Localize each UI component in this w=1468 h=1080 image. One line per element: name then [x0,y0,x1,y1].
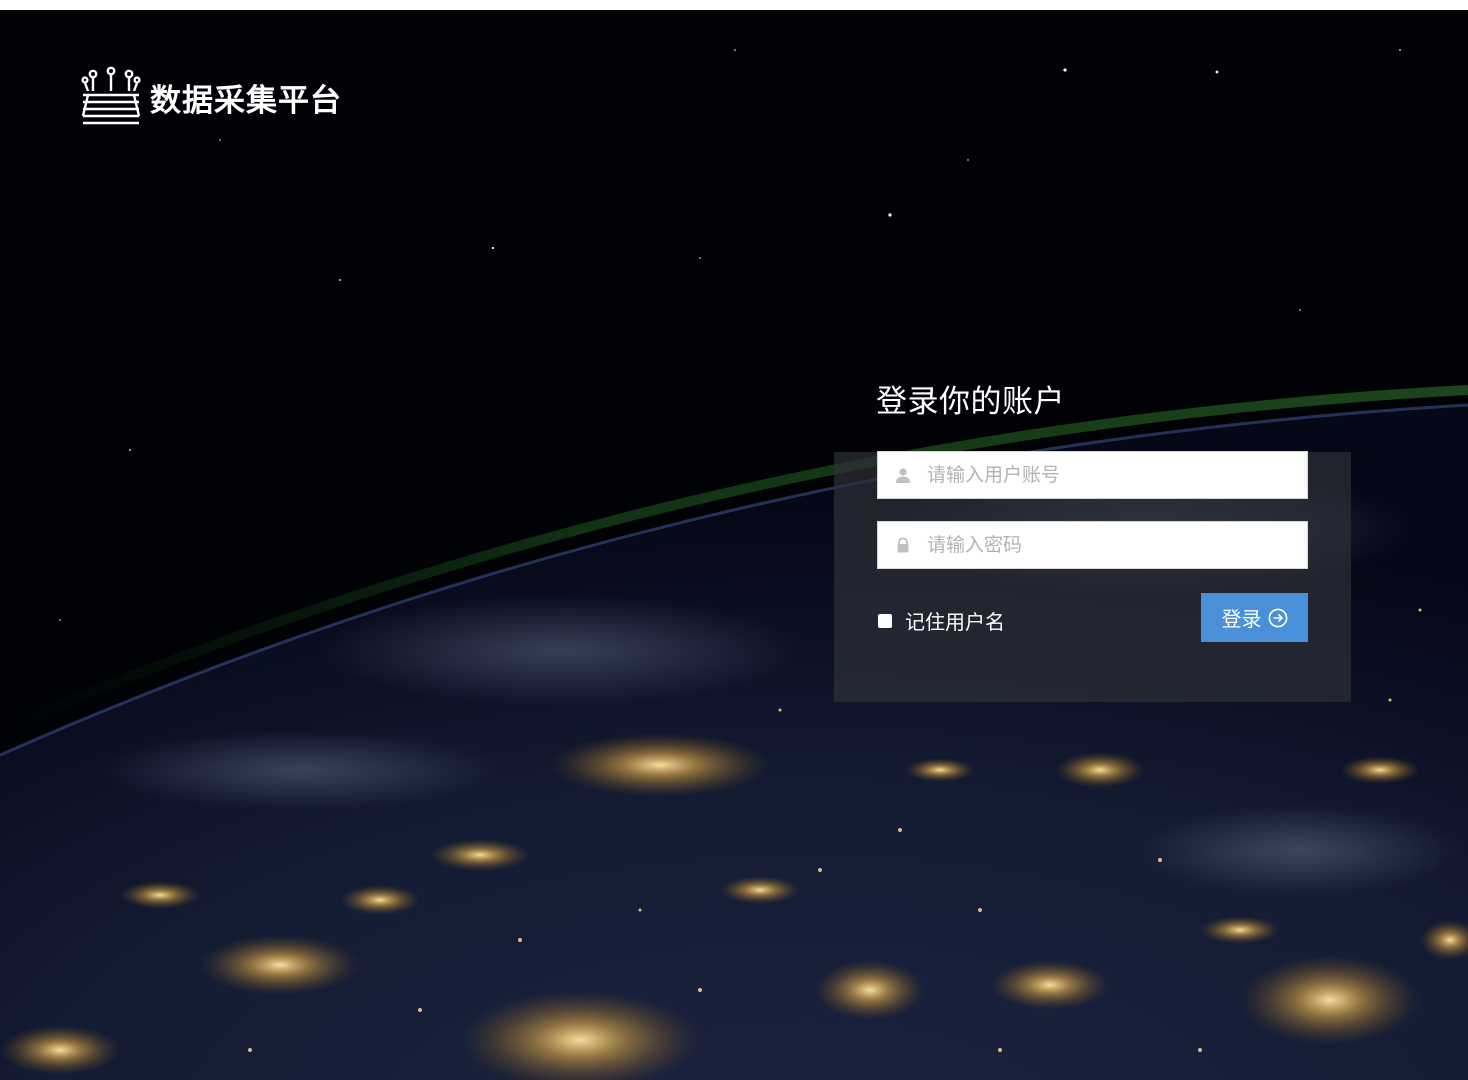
username-field[interactable] [877,451,1308,499]
data-collection-logo-icon [81,66,141,125]
remember-label: 记住用户名 [905,610,1005,634]
lock-icon [895,537,911,553]
remember-username[interactable]: 记住用户名 [877,606,1005,635]
username-input[interactable] [925,463,1299,487]
arrow-right-circle-icon [1268,608,1287,627]
password-field[interactable] [877,521,1308,569]
brand-title: 数据采集平台 [150,82,342,119]
login-button[interactable]: 登录 [1201,593,1308,642]
remember-checkbox[interactable] [878,613,892,628]
user-icon [895,467,911,483]
password-input[interactable] [925,533,1299,557]
login-heading: 登录你的账户 [876,384,1065,420]
login-page: 数据采集平台 登录你的账户 记住用户名 登录 [0,0,1468,1080]
brand-logo: 数据采集平台 [80,66,342,128]
top-border [0,0,1468,10]
login-button-label: 登录 [1221,607,1262,631]
